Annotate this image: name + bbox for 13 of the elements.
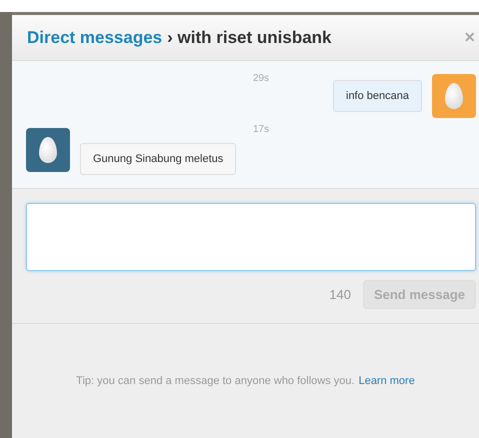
egg-icon: [38, 136, 58, 164]
learn-more-link[interactable]: Learn more: [358, 374, 415, 387]
message-time: 29s: [252, 73, 270, 84]
message-bubble: Gunung Sinabung meletus: [80, 143, 236, 175]
egg-icon: [444, 82, 464, 110]
character-counter: 140: [329, 286, 351, 302]
dialog-title: › with riset unisbank: [167, 28, 332, 48]
message-time: 17s: [252, 124, 270, 135]
message-bubble: info bencana: [333, 80, 422, 112]
message-field[interactable]: [26, 202, 476, 270]
close-button[interactable]: ×: [464, 27, 475, 48]
tip-text: Tip: you can send a message to anyone who follows you.: [76, 374, 355, 387]
title-link[interactable]: Direct messages: [27, 28, 162, 48]
